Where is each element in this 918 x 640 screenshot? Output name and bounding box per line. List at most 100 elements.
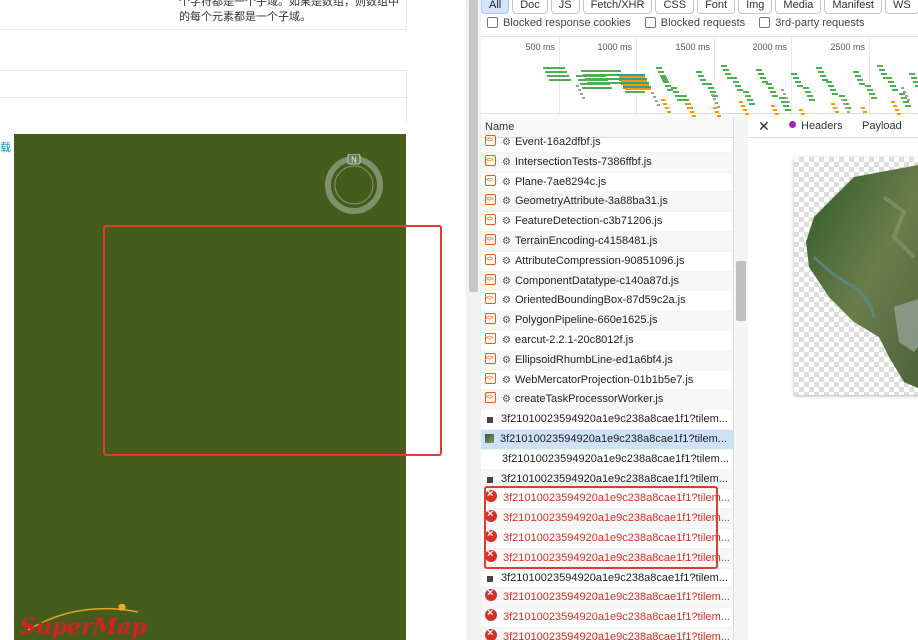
terrain-tile-icon [806, 165, 918, 389]
filter-chip-ws[interactable]: WS [884, 0, 918, 14]
request-row[interactable]: ⚙ComponentDatatype-c140a87d.js [481, 271, 733, 292]
checkbox-box[interactable] [644, 17, 656, 28]
request-row[interactable]: ⚙Event-16a2dfbf.js [481, 133, 733, 153]
request-row[interactable]: ⚙FeatureDetection-c3b71206.js [481, 212, 733, 232]
filter-chip-font[interactable]: Font [697, 0, 736, 14]
waterfall-bar [547, 75, 569, 77]
waterfall-bar [783, 105, 789, 107]
waterfall-bar [651, 92, 654, 94]
waterfall-bar [861, 107, 865, 109]
filter-chip-manifest[interactable]: Manifest [824, 0, 882, 14]
request-row[interactable]: 3f21010023594920a1e9c238a8cae1f1?tilem..… [481, 569, 733, 589]
waterfall-bar [766, 83, 772, 85]
filter-chip-all[interactable]: All [481, 0, 510, 14]
worker-gear-icon: ⚙ [502, 196, 511, 208]
waterfall-bar [735, 85, 741, 87]
waterfall-bar [907, 99, 910, 101]
request-row[interactable]: ⚙earcut-2.2.1-20c8012f.js [481, 331, 733, 351]
filter-chip-css[interactable]: CSS [655, 0, 695, 14]
worker-gear-icon: ⚙ [502, 354, 511, 366]
waterfall-bar [739, 101, 743, 103]
request-row[interactable]: 3f21010023594920a1e9c238a8cae1f1?tilem..… [481, 450, 733, 470]
waterfall-bar [867, 89, 873, 91]
request-row[interactable]: ⚙AttributeCompression-90851096.js [481, 252, 733, 272]
request-list-scrollbar[interactable] [734, 117, 748, 640]
filter-chip-js[interactable]: JS [550, 0, 580, 14]
request-row[interactable]: ⚙OrientedBoundingBox-87d59c2a.js [481, 291, 733, 312]
worker-gear-icon: ⚙ [502, 334, 511, 346]
edge-link[interactable]: 载 [0, 139, 11, 155]
request-row[interactable]: ⚙EllipsoidRhumbLine-ed1a6bf4.js [481, 350, 733, 371]
checkbox-blocked-requests[interactable]: Blocked requests [644, 17, 746, 29]
waterfall-bar [683, 99, 689, 101]
waterfall-bar [658, 71, 664, 73]
waterfall-bar [621, 80, 647, 82]
image-thumbnail-icon [487, 417, 493, 424]
waterfall-bar [760, 77, 766, 79]
worker-gear-icon: ⚙ [502, 137, 511, 148]
doc-table-row [0, 70, 407, 98]
waterfall-bar [715, 102, 718, 104]
checkbox-box[interactable] [487, 17, 498, 28]
screenshot-root: 个字符都是一个子域。如果是数组，则数组中的每个元素都是一个子域。 载 N Sup… [0, 0, 918, 640]
worker-gear-icon: ⚙ [502, 295, 511, 307]
request-name: earcut-2.2.1-20c8012f.js [514, 333, 634, 346]
checkbox-3rd-party-requests[interactable]: 3rd-party requests [759, 17, 864, 29]
timeline-tick-label: 1500 ms [675, 42, 710, 52]
waterfall-bar [832, 93, 838, 95]
scrollbar-thumb[interactable] [736, 261, 746, 321]
page-scrollbar[interactable] [466, 0, 481, 640]
request-row[interactable]: ⚙PolygonPipeline-660e1625.js [481, 311, 733, 331]
compass-icon[interactable]: N [323, 154, 385, 216]
checkbox-label: 3rd-party requests [775, 17, 865, 29]
request-row[interactable]: ⚙WebMercatorProjection-01b1b5e7.js [481, 371, 733, 391]
script-file-icon [485, 371, 496, 388]
waterfall-bar [619, 76, 645, 78]
checkbox-label: Blocked requests [660, 17, 746, 29]
request-name: 3f21010023594920a1e9c238a8cae1f1?tilem..… [503, 630, 730, 640]
request-name: Event-16a2dfbf.js [514, 136, 601, 148]
request-name: 3f21010023594920a1e9c238a8cae1f1?tilem..… [501, 413, 728, 426]
request-row[interactable]: 3f21010023594920a1e9c238a8cae1f1?tilem..… [481, 588, 733, 609]
request-row[interactable]: 3f21010023594920a1e9c238a8cae1f1?tilem..… [481, 410, 733, 430]
request-row[interactable]: 3f21010023594920a1e9c238a8cae1f1?tilem..… [481, 608, 733, 628]
waterfall-bar [721, 65, 727, 67]
name-header-label: Name [485, 121, 515, 133]
filter-chip-fetch-xhr[interactable]: Fetch/XHR [582, 0, 653, 14]
waterfall-bar [731, 77, 737, 79]
waterfall-bar [803, 87, 809, 89]
request-row[interactable]: ⚙IntersectionTests-7386ffbf.js [481, 152, 733, 173]
filter-chip-img[interactable]: Img [738, 0, 773, 14]
checkbox-box[interactable] [759, 17, 771, 28]
waterfall-bar [578, 79, 608, 81]
filter-chip-media[interactable]: Media [775, 0, 822, 14]
script-file-icon [485, 390, 496, 408]
waterfall-bar [879, 69, 885, 71]
request-row[interactable]: 3f21010023594920a1e9c238a8cae1f1?tilem..… [481, 429, 733, 450]
scrollbar-thumb[interactable] [469, 0, 478, 292]
network-overview-timeline[interactable]: 500 ms 1000 ms 1500 ms 2000 ms 2500 ms [481, 36, 918, 123]
checkbox-blocked-response-cookies[interactable]: Blocked response cookies [487, 17, 631, 29]
modified-dot-icon [789, 121, 796, 128]
close-icon[interactable]: ✕ [758, 118, 770, 135]
waterfall-bar [913, 81, 918, 83]
request-row[interactable]: ⚙createTaskProcessorWorker.js [481, 390, 733, 411]
request-row[interactable]: ⚙GeometryAttribute-3a88ba31.js [481, 192, 733, 213]
request-row[interactable]: ⚙Plane-7ae8294c.js [481, 173, 733, 193]
timeline-tick-label: 2000 ms [752, 42, 787, 52]
request-row[interactable]: ⚙TerrainEncoding-c4158481.js [481, 231, 733, 252]
request-row[interactable]: 3f21010023594920a1e9c238a8cae1f1?tilem..… [481, 627, 733, 640]
filter-checkboxes: Blocked response cookies Blocked requests… [487, 17, 878, 35]
error-icon [485, 588, 497, 604]
request-detail-tabs: ✕ Headers Payload [748, 115, 918, 138]
filter-chip-doc[interactable]: Doc [512, 0, 548, 14]
tab-payload[interactable]: Payload [862, 120, 902, 132]
tab-headers[interactable]: Headers [789, 120, 843, 132]
request-name: PolygonPipeline-660e1625.js [514, 314, 658, 327]
waterfall-bar [888, 81, 894, 83]
waterfall-bar [768, 87, 774, 89]
request-name: AttributeCompression-90851096.js [514, 254, 685, 267]
waterfall-bar [853, 71, 859, 73]
waterfall-bar [772, 95, 778, 97]
waterfall-bar [653, 96, 656, 98]
